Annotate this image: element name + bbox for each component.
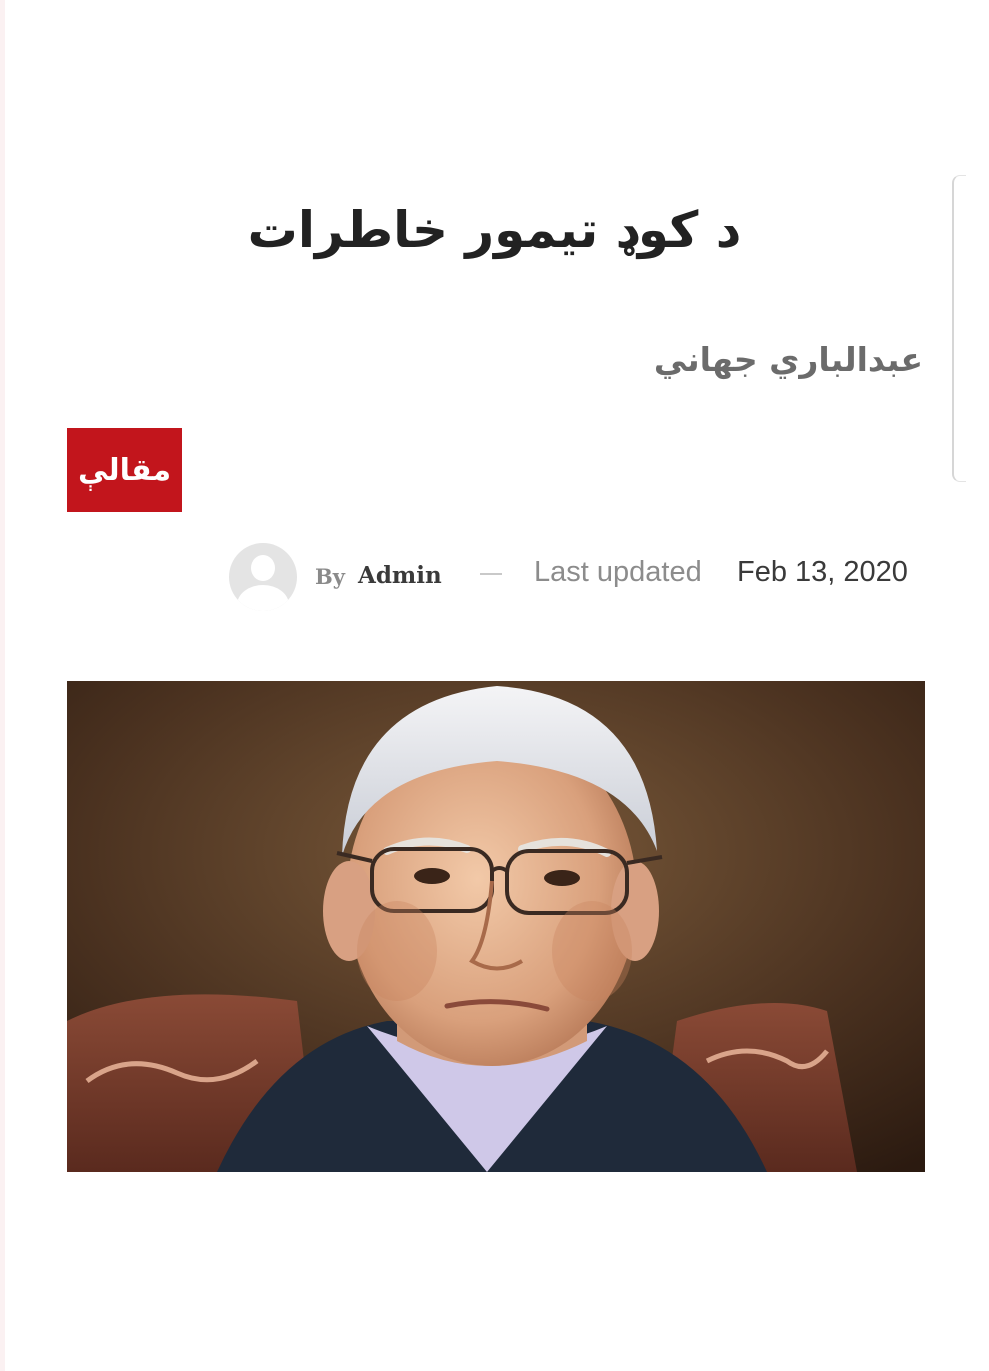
article-title: د کوډ تیمور خاطرات xyxy=(247,201,742,259)
side-drawer-handle[interactable] xyxy=(952,175,966,482)
category-badge[interactable]: مقالې xyxy=(67,428,182,512)
author-link[interactable]: Admin xyxy=(358,560,442,592)
avatar-body-shape xyxy=(237,585,289,611)
meta-separator xyxy=(480,573,502,575)
page-left-edge xyxy=(0,0,5,1371)
author-avatar[interactable] xyxy=(229,543,297,611)
avatar-head-shape xyxy=(251,555,275,581)
portrait-painting xyxy=(67,681,925,1172)
last-updated-date: Feb 13, 2020 xyxy=(737,556,908,588)
last-updated-label: Last updated xyxy=(534,556,702,588)
by-label: By xyxy=(315,564,345,589)
article-author-byline: عبدالباري جهاني xyxy=(653,340,923,379)
featured-image[interactable] xyxy=(67,681,925,1172)
